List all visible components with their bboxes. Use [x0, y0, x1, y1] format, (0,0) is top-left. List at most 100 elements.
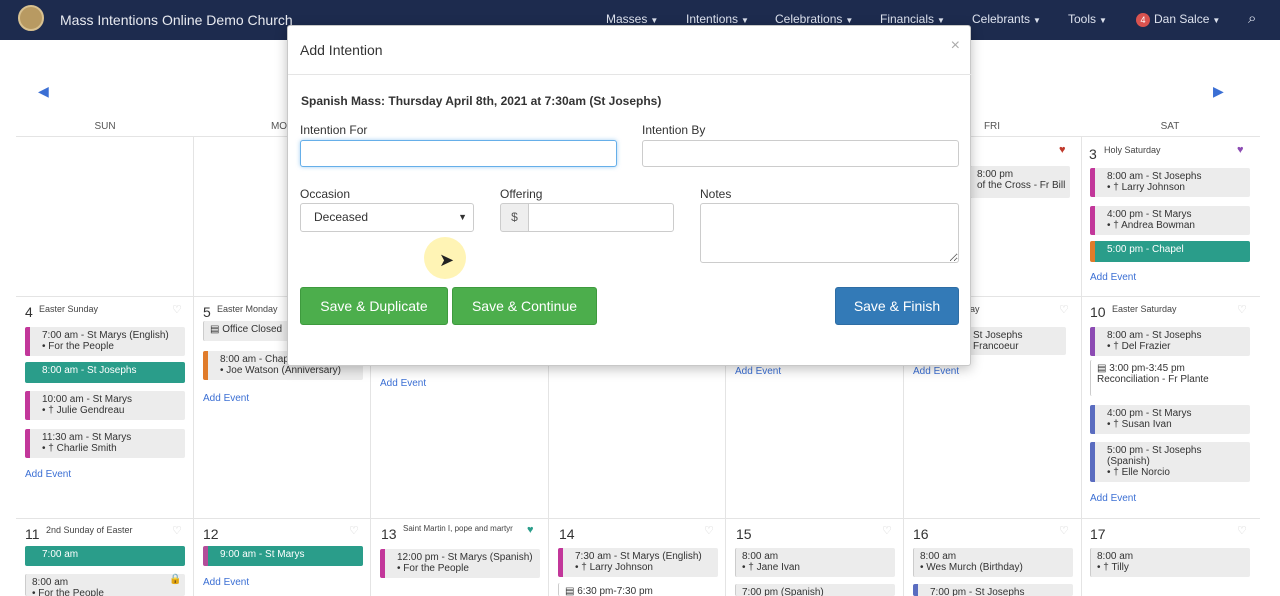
calendar-event[interactable]: 7:00 am - St Marys (English) • For the P… — [25, 327, 185, 356]
chevron-down-icon: ▼ — [845, 16, 854, 25]
heart-outline-icon: ♡ — [172, 304, 182, 316]
nav-celebrations[interactable]: Celebrations ▼ — [775, 12, 853, 26]
calendar-event[interactable]: 8:00 am - St Josephs • † Del Frazier — [1090, 327, 1250, 356]
day-number[interactable]: 3 — [1089, 146, 1097, 162]
calendar-event[interactable]: St Josephs Francoeur — [966, 327, 1066, 355]
nav-masses[interactable]: Masses ▼ — [606, 12, 658, 26]
intention-by-input[interactable] — [642, 140, 959, 167]
calendar-event[interactable]: 9:00 am - St Marys — [203, 546, 363, 566]
calendar-event[interactable]: 4:00 pm - St Marys • † Susan Ivan — [1090, 405, 1250, 434]
calendar-event[interactable]: 8:00 am • † Jane Ivan — [735, 548, 895, 577]
church-logo-icon[interactable] — [18, 5, 44, 31]
day-number[interactable]: 5 — [203, 304, 211, 320]
calendar-icon: ▤ — [1097, 363, 1110, 374]
nav-financials[interactable]: Financials ▼ — [880, 12, 945, 26]
add-event-link[interactable]: Add Event — [735, 366, 781, 377]
heart-outline-icon: ♡ — [172, 525, 182, 537]
dow-sun: SUN — [94, 121, 116, 132]
calendar-event[interactable]: 8:00 am - St Josephs • † Larry Johnson — [1090, 168, 1250, 197]
chevron-down-icon: ▼ — [1212, 16, 1221, 25]
day-title: Holy Saturday — [1104, 145, 1161, 155]
calendar-event[interactable]: 7:00 am — [25, 546, 185, 566]
mouse-pointer-icon: ➤ — [439, 250, 455, 270]
calendar-event[interactable]: 11:30 am - St Marys • † Charlie Smith — [25, 429, 185, 458]
chevron-down-icon: ▼ — [1033, 16, 1041, 25]
modal-title: Add Intention — [300, 42, 383, 58]
calendar-event[interactable]: 8:00 am • For the People — [25, 574, 185, 596]
calendar-event[interactable]: 10:00 am - St Marys • † Julie Gendreau — [25, 391, 185, 420]
add-event-link[interactable]: Add Event — [380, 378, 426, 389]
day-title: ay — [970, 304, 980, 314]
dow-sat: SAT — [1160, 121, 1180, 132]
heart-outline-icon: ♡ — [349, 525, 359, 537]
calendar-event[interactable]: 5:00 pm - Chapel — [1090, 241, 1250, 262]
heart-outline-icon: ♡ — [704, 525, 714, 537]
calendar-icon: ▤ — [210, 324, 223, 335]
add-event-link[interactable]: Add Event — [203, 393, 249, 404]
calendar-event[interactable]: 8:00 am • † Tilly — [1090, 548, 1250, 577]
calendar-event[interactable]: 8:00 pm of the Cross - Fr Bill — [970, 166, 1070, 198]
save-finish-button[interactable]: Save & Finish — [835, 287, 959, 325]
chevron-down-icon: ▼ — [650, 16, 659, 25]
save-duplicate-button[interactable]: Save & Duplicate — [300, 287, 448, 325]
notes-textarea[interactable] — [700, 203, 959, 263]
day-number[interactable]: 12 — [203, 526, 219, 542]
calendar-event[interactable]: 5:00 pm - St Josephs (Spanish) • † Elle … — [1090, 442, 1250, 482]
calendar-icon: ▤ — [565, 586, 578, 596]
calendar-event[interactable]: ▤ 3:00 pm-3:45 pm Reconciliation - Fr Pl… — [1090, 360, 1250, 396]
day-title: 2nd Sunday of Easter — [46, 525, 133, 535]
calendar-event[interactable]: 7:30 am - St Marys (English) • † Larry J… — [558, 548, 718, 577]
search-icon[interactable]: ⌕ — [1248, 10, 1256, 27]
occasion-label: Occasion — [300, 187, 351, 201]
nav-celebrants[interactable]: Celebrants ▼ — [972, 12, 1041, 26]
calendar-event[interactable]: 8:00 am - St Josephs — [25, 362, 185, 383]
calendar-event[interactable]: ▤ Office Closed — [203, 321, 293, 341]
intention-for-input[interactable] — [300, 140, 617, 167]
add-event-link[interactable]: Add Event — [913, 366, 959, 377]
day-number[interactable]: 13 — [381, 526, 397, 542]
calendar-event[interactable]: ▤ 6:30 pm-7:30 pm — [558, 583, 718, 596]
nav-intentions[interactable]: Intentions ▼ — [686, 12, 749, 26]
intention-for-label: Intention For — [300, 123, 368, 137]
offering-input[interactable] — [528, 203, 674, 232]
day-number[interactable]: 10 — [1090, 304, 1106, 320]
heart-icon: ♥ — [1059, 144, 1066, 156]
offering-label: Offering — [500, 187, 543, 201]
heart-outline-icon: ♡ — [1237, 304, 1247, 316]
brand-title[interactable]: Mass Intentions Online Demo Church — [60, 12, 293, 28]
notes-label: Notes — [700, 187, 732, 201]
calendar-event[interactable]: 7:00 pm (Spanish) — [735, 584, 895, 596]
nav-user[interactable]: 4 Dan Salce ▼ — [1136, 12, 1220, 27]
day-number[interactable]: 11 — [25, 526, 40, 542]
day-title: Easter Monday — [217, 304, 278, 314]
intention-by-label: Intention By — [642, 123, 706, 137]
calendar-event[interactable]: 8:00 am • Wes Murch (Birthday) — [913, 548, 1073, 577]
calendar-event[interactable]: 7:00 pm - St Josephs — [913, 584, 1073, 596]
add-event-link[interactable]: Add Event — [1090, 493, 1136, 504]
day-number[interactable]: 15 — [736, 526, 752, 542]
day-number[interactable]: 4 — [25, 304, 33, 320]
add-event-link[interactable]: Add Event — [25, 469, 71, 480]
chevron-down-icon: ▼ — [1099, 16, 1107, 25]
save-continue-button[interactable]: Save & Continue — [452, 287, 597, 325]
prev-month-icon[interactable]: ◀ — [38, 83, 49, 100]
day-number[interactable]: 17 — [1090, 526, 1106, 542]
add-intention-modal: Add Intention × Spanish Mass: Thursday A… — [287, 25, 972, 366]
calendar-event[interactable]: 12:00 pm - St Marys (Spanish) • For the … — [380, 549, 540, 578]
add-event-link[interactable]: Add Event — [203, 577, 249, 588]
grid-line — [1081, 136, 1082, 596]
add-event-link[interactable]: Add Event — [1090, 272, 1136, 283]
day-number[interactable]: 14 — [559, 526, 575, 542]
day-title: Saint Martin I, pope and martyr — [403, 524, 513, 533]
close-icon[interactable]: × — [951, 37, 960, 55]
calendar-event[interactable]: 4:00 pm - St Marys • † Andrea Bowman — [1090, 206, 1250, 235]
next-month-icon[interactable]: ▶ — [1213, 83, 1224, 100]
grid-line — [16, 518, 1260, 519]
nav-tools[interactable]: Tools ▼ — [1068, 12, 1107, 26]
heart-outline-icon: ♡ — [1059, 304, 1069, 316]
occasion-select[interactable]: Deceased ▼ — [300, 203, 474, 232]
day-number[interactable]: 16 — [913, 526, 929, 542]
day-title: Easter Saturday — [1112, 304, 1177, 314]
heart-icon: ♥ — [1237, 144, 1244, 156]
dollar-addon: $ — [500, 203, 529, 232]
